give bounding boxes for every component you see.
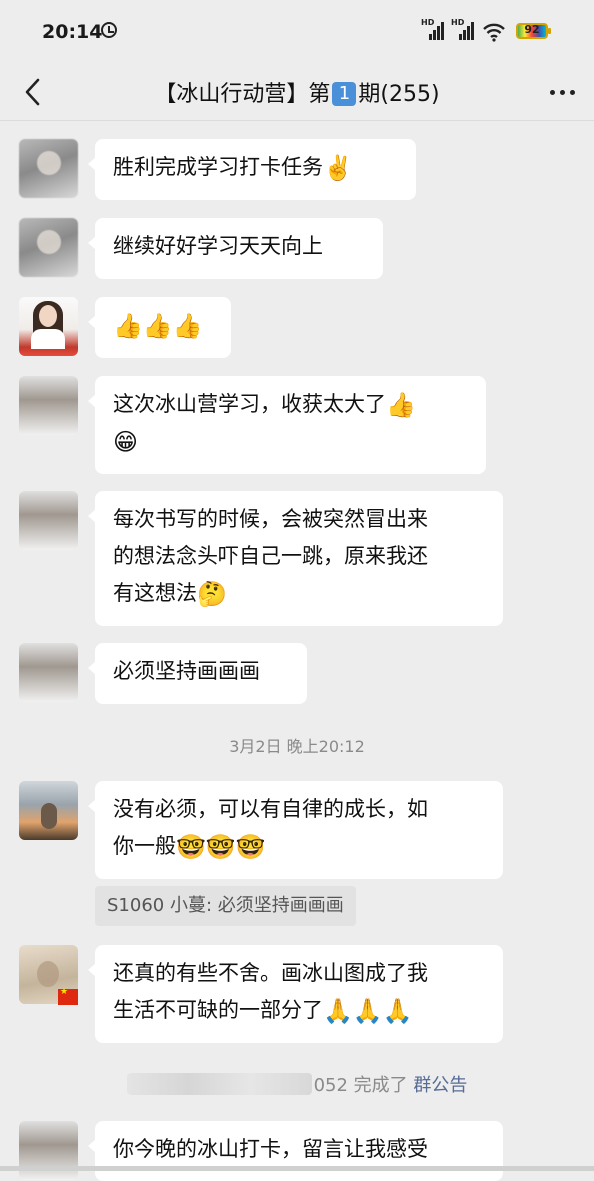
wifi-icon (483, 23, 505, 42)
chat-header: 【冰山行动营】第 1 期(255) (0, 64, 594, 120)
status-time: 20:14 (42, 21, 103, 43)
more-dots-icon[interactable] (548, 84, 578, 100)
avatar[interactable] (19, 781, 78, 840)
grinning-face-emoji: 😁 (113, 428, 139, 456)
alarm-icon (101, 22, 117, 38)
thinking-face-emoji: 🤔 (197, 579, 227, 608)
avatar[interactable] (19, 376, 78, 435)
title-suffix: 期(255) (358, 82, 440, 107)
message-bubble[interactable]: 还真的有些不舍。画冰山图成了我 生活不可缺的一部分了🙏🙏🙏 (88, 945, 503, 1043)
hd-signal-icon: HD (451, 18, 475, 40)
message-text: 每次书写的时候，会被突然冒出来 (113, 507, 428, 531)
message-bubble[interactable]: 你今晚的冰山打卡，留言让我感受 (88, 1121, 503, 1181)
avatar[interactable] (19, 1121, 78, 1180)
message-text: 这次冰山营学习，收获太大了 (113, 392, 386, 416)
status-bar: 20:14 HD HD 92 (0, 0, 594, 64)
avatar[interactable] (19, 297, 78, 356)
message-text: 生活不可缺的一部分了 (113, 998, 323, 1022)
header-divider (0, 120, 594, 121)
title-number: 1 (332, 82, 357, 106)
title-prefix: 【冰山行动营】第 (154, 82, 331, 107)
victory-hand-emoji: ✌️ (323, 153, 353, 182)
group-notice-link[interactable]: 群公告 (413, 1075, 467, 1096)
folded-hands-emoji: 🙏🙏🙏 (323, 996, 413, 1025)
message-bubble[interactable]: 每次书写的时候，会被突然冒出来 的想法念头吓自己一跳，原来我还 有这想法🤔 (88, 491, 503, 626)
avatar[interactable] (19, 643, 78, 702)
system-notice: 052 完成了 群公告 (0, 1071, 594, 1097)
china-flag-icon (58, 987, 78, 1005)
message-text: 胜利完成学习打卡任务 (113, 155, 323, 179)
message-text: 有这想法 (113, 581, 197, 605)
message-text: 还真的有些不舍。画冰山图成了我 (113, 961, 428, 985)
hd-signal-icon: HD (421, 18, 445, 40)
message-bubble[interactable]: 没有必须，可以有自律的成长，如 你一般🤓🤓🤓 (88, 781, 503, 879)
nerd-face-emoji: 🤓🤓🤓 (176, 832, 266, 861)
message-bubble[interactable]: 必须坚持画画画 (88, 643, 307, 704)
message-bubble[interactable]: 这次冰山营学习，收获太大了👍 😁 (88, 376, 486, 474)
message-text: 必须坚持画画画 (113, 659, 260, 683)
message-bubble[interactable]: 👍👍👍 (88, 297, 231, 358)
battery-icon: 92 (516, 23, 551, 39)
avatar[interactable] (19, 218, 78, 277)
chat-timestamp: 3月2日 晚上20:12 (229, 737, 365, 756)
thumbs-up-emoji: 👍 (386, 390, 416, 419)
message-text: 继续好好学习天天向上 (113, 234, 323, 258)
message-bubble[interactable]: 继续好好学习天天向上 (88, 218, 383, 279)
thumbs-up-emoji: 👍👍👍 (113, 311, 203, 340)
bottom-edge (0, 1166, 594, 1171)
blurred-name (126, 1073, 312, 1095)
message-text: 你今晚的冰山打卡，留言让我感受 (113, 1137, 428, 1161)
message-bubble[interactable]: 胜利完成学习打卡任务✌️ (88, 139, 416, 200)
message-text: 没有必须，可以有自律的成长，如 (113, 797, 428, 821)
system-notice-text: 052 完成了 (313, 1075, 408, 1096)
battery-level: 92 (524, 23, 540, 36)
avatar[interactable] (19, 139, 78, 198)
quoted-reply[interactable]: S1060 小蔓: 必须坚持画画画 (95, 886, 356, 926)
message-text: 的想法念头吓自己一跳，原来我还 (113, 544, 428, 568)
message-text: 你一般 (113, 834, 176, 858)
avatar[interactable] (19, 491, 78, 550)
page-title: 【冰山行动营】第 1 期(255) (0, 76, 594, 108)
